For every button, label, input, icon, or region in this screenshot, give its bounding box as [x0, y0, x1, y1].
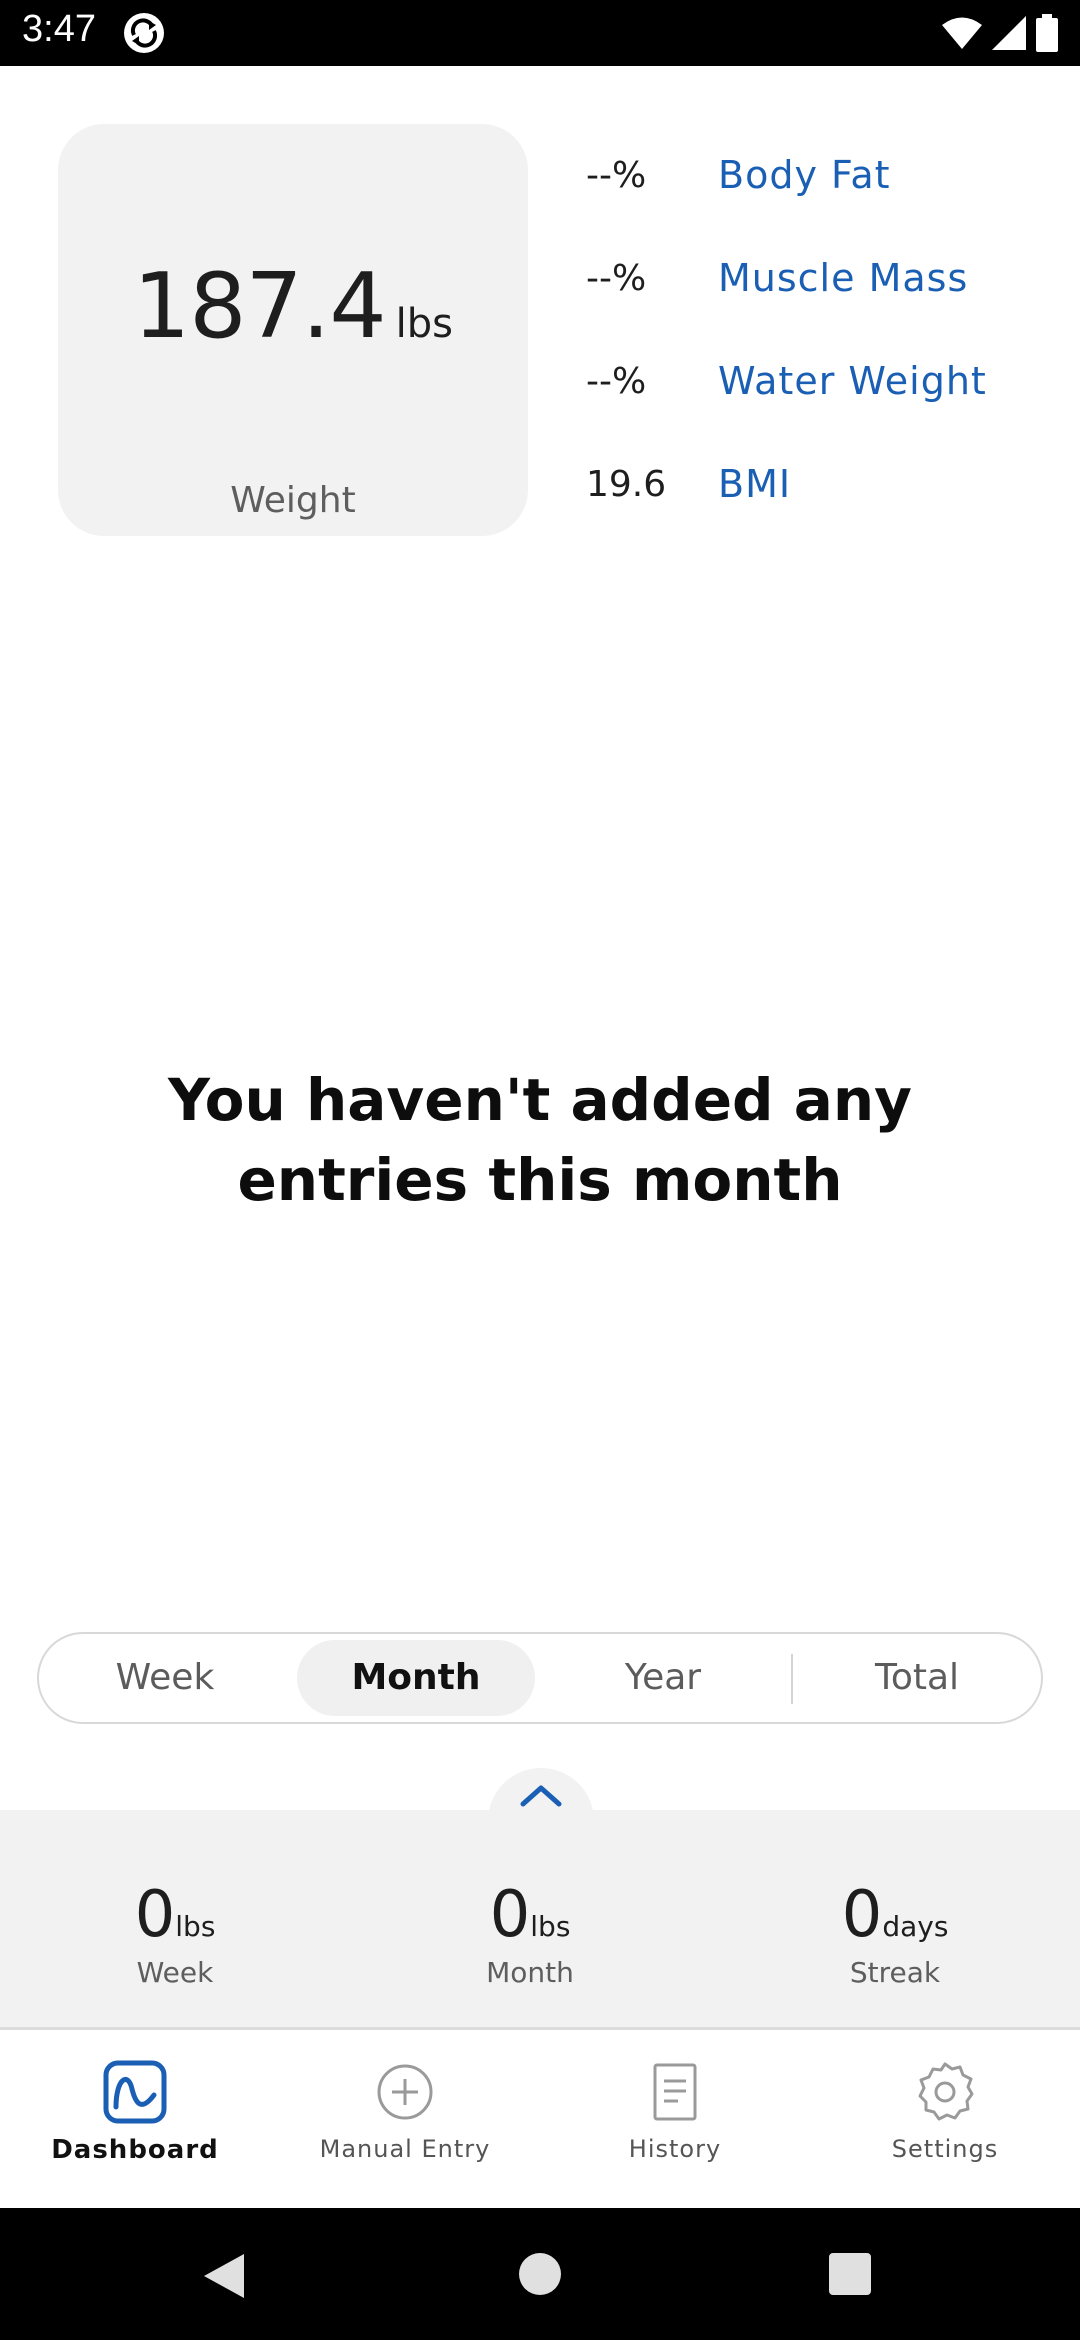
metric-water-weight[interactable]: --% Water Weight — [586, 351, 1046, 411]
period-selector: Week Month Year Total — [37, 1632, 1043, 1724]
summary-panel: 0lbs Week 0lbs Month 0days Streak — [0, 1810, 1080, 2030]
weight-label: Weight — [230, 480, 356, 521]
system-navigation-bar — [0, 2208, 1080, 2340]
stat-value: 0 — [841, 1878, 883, 1952]
tab-month[interactable]: Month — [297, 1640, 535, 1716]
nav-label: History — [628, 2135, 722, 2163]
tab-week[interactable]: Week — [43, 1640, 287, 1716]
metric-label[interactable]: Muscle Mass — [718, 256, 968, 300]
metric-label[interactable]: Body Fat — [718, 153, 891, 197]
back-icon[interactable] — [200, 2252, 248, 2300]
stat-value: 0 — [489, 1878, 531, 1952]
stat-unit: days — [882, 1910, 949, 1943]
nav-settings[interactable]: Settings — [815, 2059, 1075, 2163]
metric-muscle-mass[interactable]: --% Muscle Mass — [586, 248, 1046, 308]
divider — [791, 1654, 793, 1704]
document-icon — [653, 2063, 697, 2121]
nav-label: Manual Entry — [319, 2135, 491, 2163]
home-icon[interactable] — [518, 2252, 562, 2296]
gear-icon — [918, 2062, 974, 2121]
stat-label: Week — [136, 1956, 214, 1989]
status-time: 3:47 — [22, 8, 96, 50]
stat-month: 0lbs Month — [400, 1878, 660, 1989]
metric-value: --% — [586, 360, 647, 402]
stat-unit: lbs — [530, 1910, 571, 1943]
nav-history[interactable]: History — [545, 2059, 805, 2163]
tab-year[interactable]: Year — [541, 1640, 785, 1716]
nav-label: Dashboard — [51, 2135, 219, 2165]
stat-streak: 0days Streak — [765, 1878, 1025, 1989]
metric-body-fat[interactable]: --% Body Fat — [586, 145, 1046, 205]
stat-label: Streak — [849, 1956, 941, 1989]
stat-value: 0 — [134, 1878, 176, 1952]
chart-icon — [103, 2060, 167, 2124]
sync-icon — [124, 13, 164, 53]
signal-icon — [992, 16, 1026, 50]
bottom-navigation: Dashboard Manual Entry History Settings — [0, 2033, 1080, 2208]
metric-label[interactable]: Water Weight — [718, 359, 987, 403]
recents-icon[interactable] — [828, 2252, 872, 2296]
metric-value: --% — [586, 257, 647, 299]
weight-unit: lbs — [395, 301, 453, 347]
weight-value: 187.4 — [133, 254, 387, 359]
tab-total[interactable]: Total — [797, 1640, 1037, 1716]
weight-card[interactable]: 187.4 lbs Weight — [58, 124, 528, 536]
weight-value-row: 187.4 lbs — [58, 254, 528, 359]
stat-unit: lbs — [175, 1910, 216, 1943]
plus-circle-icon — [377, 2064, 433, 2120]
wifi-icon — [942, 17, 982, 49]
metric-value: 19.6 — [586, 463, 667, 505]
empty-state-message: You haven't added any entries this month — [167, 1066, 912, 1214]
metric-value: --% — [586, 154, 647, 196]
metric-bmi[interactable]: 19.6 BMI — [586, 454, 1046, 514]
stat-week: 0lbs Week — [45, 1878, 305, 1989]
battery-icon — [1036, 14, 1058, 52]
stat-label: Month — [486, 1956, 574, 1989]
nav-dashboard[interactable]: Dashboard — [5, 2059, 265, 2165]
metric-label[interactable]: BMI — [718, 462, 791, 506]
nav-manual-entry[interactable]: Manual Entry — [275, 2059, 535, 2163]
status-bar: 3:47 — [0, 0, 1080, 66]
nav-label: Settings — [891, 2135, 999, 2163]
